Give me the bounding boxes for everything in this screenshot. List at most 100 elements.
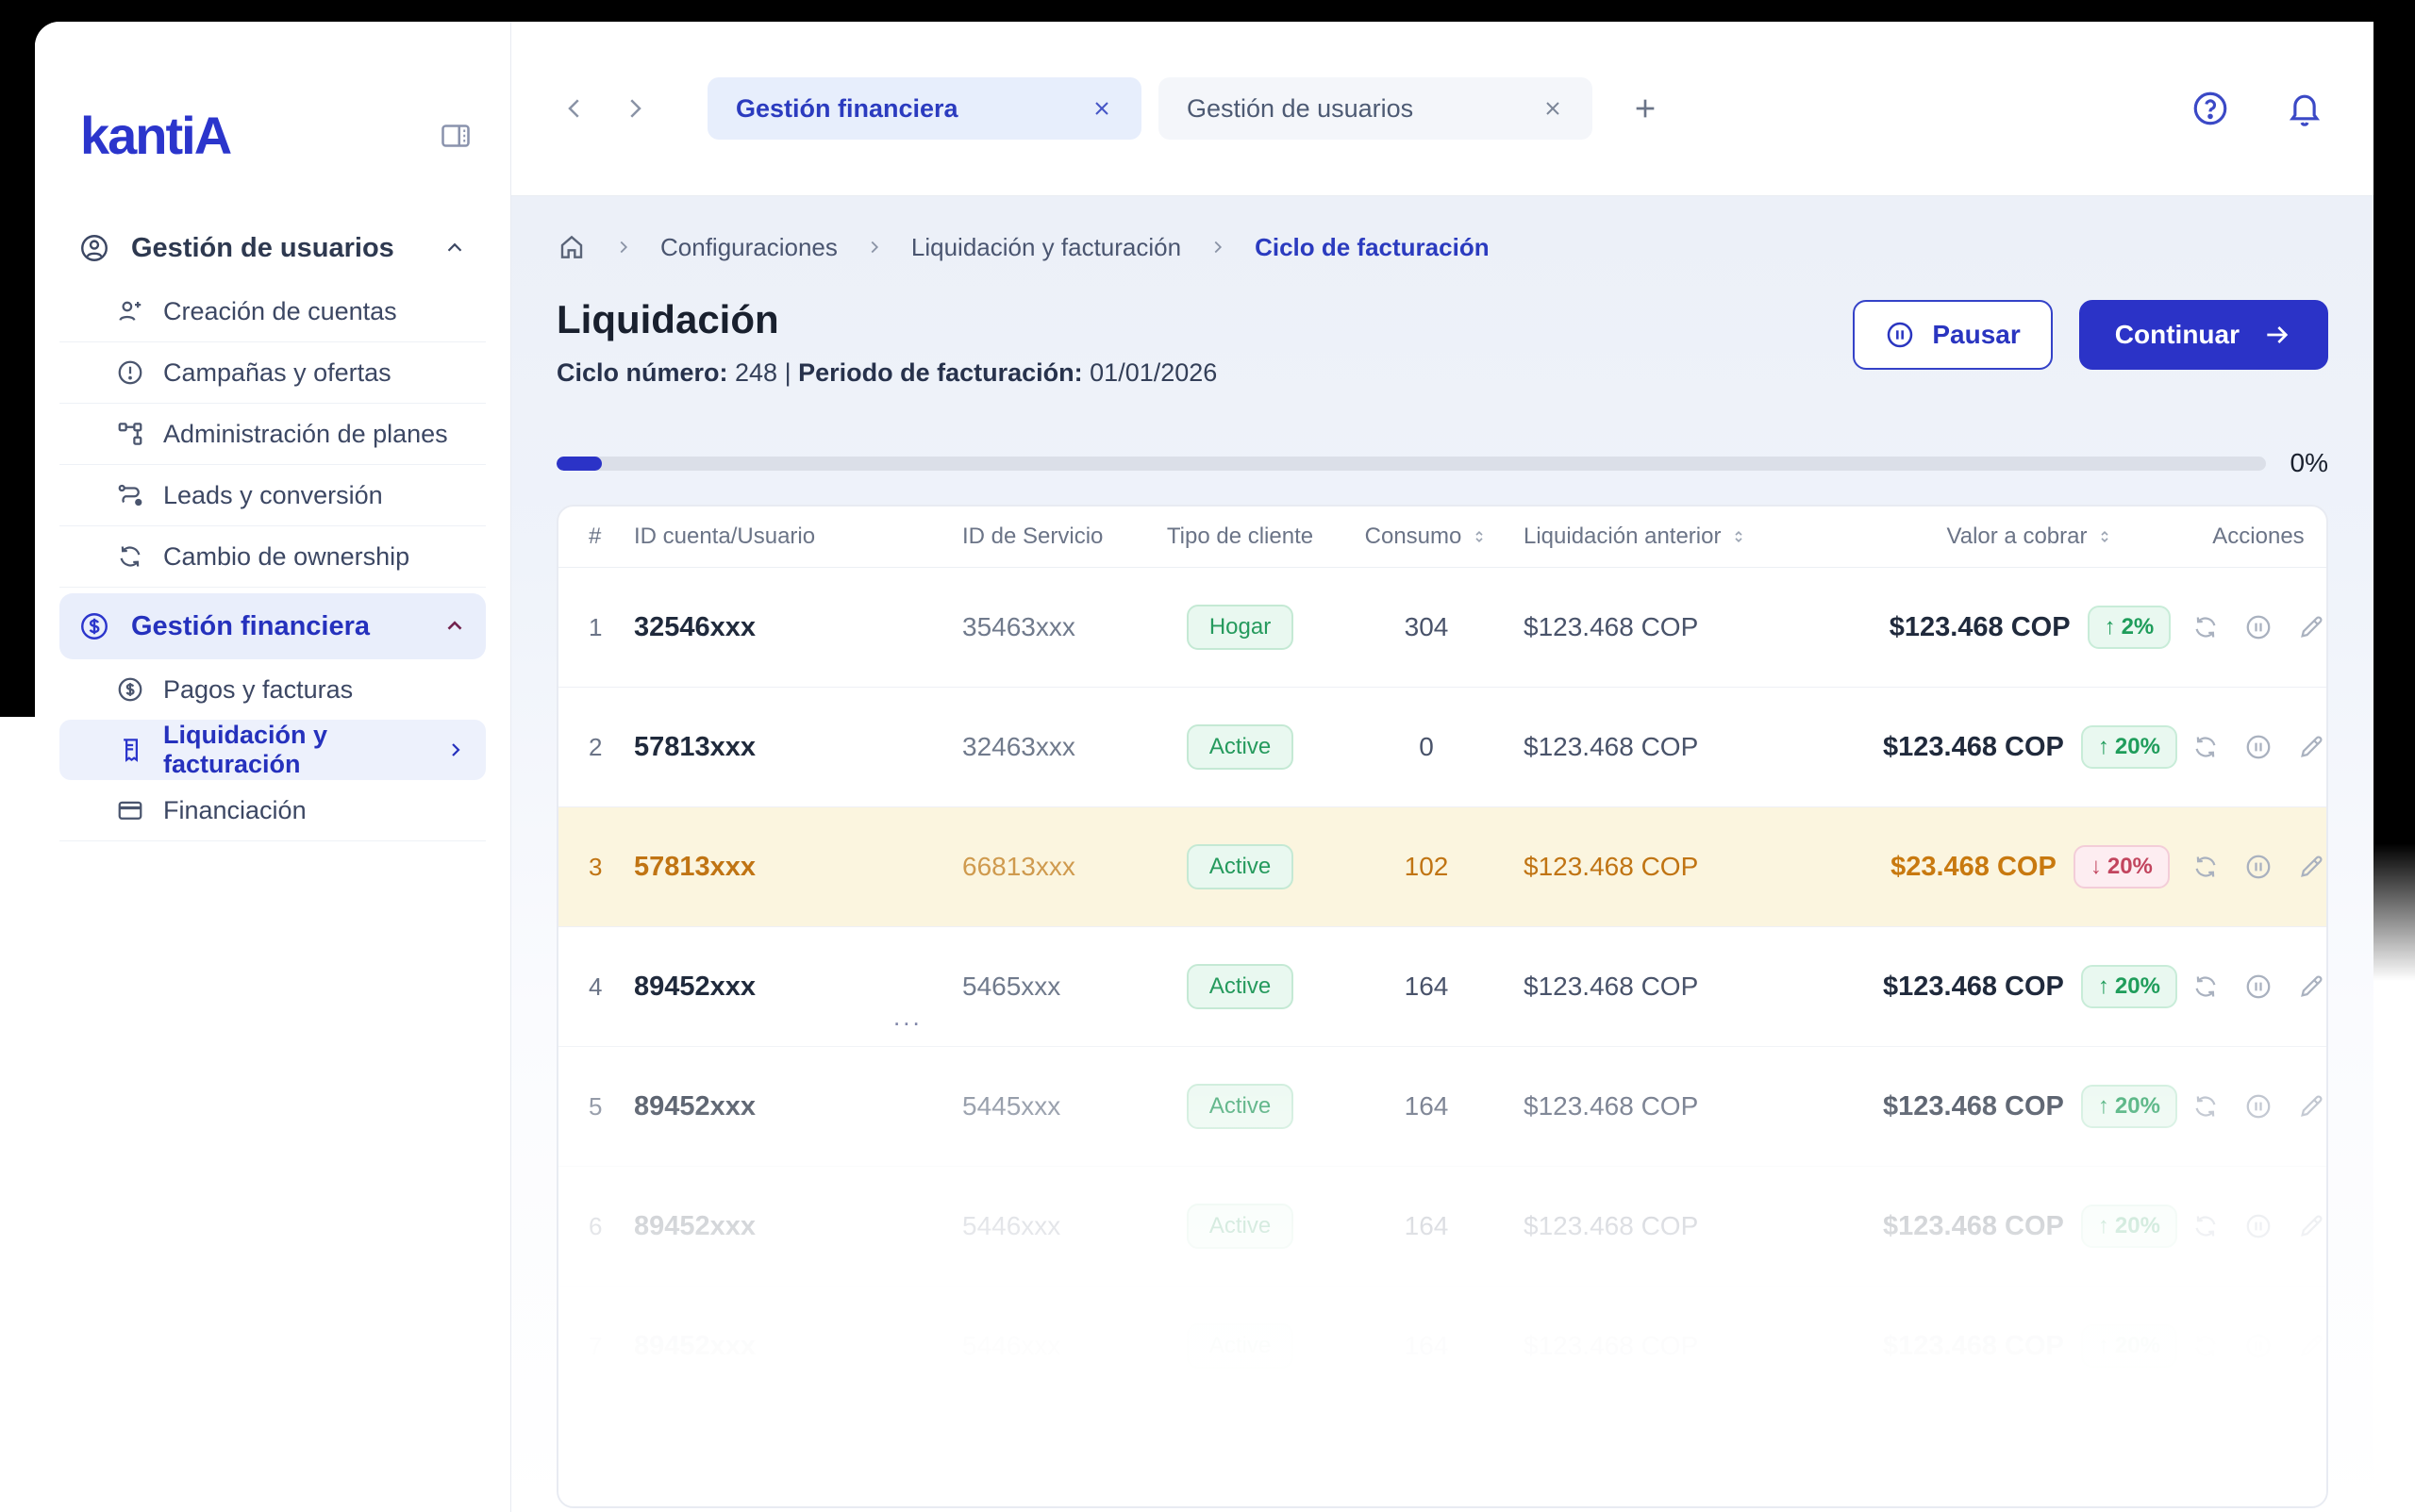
- tab-gestion-financiera[interactable]: Gestión financiera: [708, 77, 1141, 140]
- account-id: 89452xxx: [634, 1091, 756, 1122]
- row-number: 5: [558, 1092, 626, 1122]
- pause-icon[interactable]: [2244, 733, 2273, 761]
- edit-icon[interactable]: [2297, 1092, 2325, 1121]
- client-type-badge: Active: [1187, 844, 1293, 889]
- sidebar-item-liquidacion-y-facturacion[interactable]: Liquidación y facturación: [59, 720, 486, 780]
- previous-liquidation: $123.468 COP: [1516, 1211, 1870, 1241]
- sidebar-section-finance[interactable]: Gestión financiera: [59, 593, 486, 659]
- sidebar-item-leads-y-conversion[interactable]: Leads y conversión: [59, 465, 486, 526]
- progress-bar: [557, 457, 2266, 471]
- service-id: 66813xxx: [955, 852, 1143, 882]
- change-arrow-icon: ↑: [2098, 1333, 2109, 1359]
- account-id: 89452xxx: [634, 1211, 756, 1241]
- rerun-icon[interactable]: [2191, 972, 2220, 1001]
- pause-icon[interactable]: [2244, 613, 2273, 641]
- sidebar-collapse-icon[interactable]: [439, 119, 473, 153]
- new-tab-icon[interactable]: [1630, 93, 1660, 124]
- close-icon[interactable]: [1541, 97, 1564, 120]
- consumption-value: 164: [1337, 1211, 1516, 1241]
- pause-icon[interactable]: [2244, 1332, 2273, 1360]
- pause-icon[interactable]: [2244, 1212, 2273, 1240]
- nav-back-icon[interactable]: [560, 94, 589, 123]
- rerun-icon[interactable]: [2191, 1092, 2220, 1121]
- rerun-icon[interactable]: [2191, 613, 2220, 641]
- pause-button[interactable]: Pausar: [1853, 300, 2052, 370]
- account-id: 57813xxx: [634, 852, 756, 882]
- edit-icon[interactable]: [2297, 853, 2325, 881]
- edit-icon[interactable]: [2297, 1332, 2325, 1360]
- table-row: 3 57813xxx 66813xxx Active 102 $123.468 …: [558, 806, 2326, 926]
- sort-icon[interactable]: [2096, 528, 2113, 545]
- home-icon[interactable]: [557, 232, 587, 262]
- sort-icon[interactable]: [1730, 528, 1747, 545]
- sidebar-item-administracion-de-planes[interactable]: Administración de planes: [59, 404, 486, 465]
- column-header-service: ID de Servicio: [955, 523, 1143, 550]
- client-type-badge: Active: [1187, 964, 1293, 1009]
- service-id: 5465xxx: [955, 972, 1143, 1002]
- sidebar-item-label: Campañas y ofertas: [163, 358, 467, 388]
- change-arrow-icon: ↑: [2098, 1093, 2109, 1120]
- sidebar-item-pagos-y-facturas[interactable]: Pagos y facturas: [59, 659, 486, 720]
- change-percent: 20%: [2115, 1213, 2160, 1239]
- rerun-icon[interactable]: [2191, 853, 2220, 881]
- rerun-icon[interactable]: [2191, 1332, 2220, 1360]
- alert-circle-icon: [116, 358, 144, 387]
- column-header-num: #: [558, 523, 626, 550]
- sidebar-item-campanas-y-ofertas[interactable]: Campañas y ofertas: [59, 342, 486, 404]
- chevron-up-icon: [442, 236, 467, 260]
- consumption-value: 164: [1337, 972, 1516, 1002]
- change-percent: 20%: [2115, 973, 2160, 1000]
- frame-left: [0, 0, 35, 717]
- rerun-icon[interactable]: [2191, 1212, 2220, 1240]
- page-title: Liquidación: [557, 300, 1217, 340]
- breadcrumb-item[interactable]: Liquidación y facturación: [911, 233, 1181, 262]
- edit-icon[interactable]: [2297, 613, 2325, 641]
- table-row: 6 89452xxx 5446xxx Active 164 $123.468 C…: [558, 1166, 2326, 1286]
- sidebar-item-label: Liquidación y facturación: [163, 721, 425, 779]
- change-arrow-icon: ↑: [2098, 973, 2109, 1000]
- chevron-right-icon: [444, 739, 467, 761]
- row-number: 4: [558, 972, 626, 1002]
- breadcrumb-item[interactable]: Configuraciones: [660, 233, 838, 262]
- rerun-icon[interactable]: [2191, 733, 2220, 761]
- amount-to-charge: $123.468 COP: [1883, 1331, 2064, 1362]
- amount-to-charge: $123.468 COP: [1883, 972, 2064, 1003]
- sort-icon[interactable]: [1471, 528, 1488, 545]
- topbar: Gestión financiera Gestión de usuarios: [511, 22, 2373, 196]
- tab-gestion-de-usuarios[interactable]: Gestión de usuarios: [1158, 77, 1592, 140]
- sidebar-item-financiacion[interactable]: Financiación: [59, 780, 486, 841]
- edit-icon[interactable]: [2297, 733, 2325, 761]
- edit-icon[interactable]: [2297, 972, 2325, 1001]
- previous-liquidation: $123.468 COP: [1516, 1331, 1870, 1361]
- amount-to-charge: $123.468 COP: [1883, 732, 2064, 763]
- consumption-value: 102: [1337, 852, 1516, 882]
- chevron-right-icon: [864, 237, 885, 258]
- consumption-value: 0: [1337, 732, 1516, 762]
- sidebar-item-cambio-de-ownership[interactable]: Cambio de ownership: [59, 526, 486, 588]
- sidebar: kantiA Gestión de usuarios Creación de: [35, 22, 511, 1512]
- change-badge: ↑ 20%: [2081, 965, 2177, 1008]
- pause-icon[interactable]: [2244, 972, 2273, 1001]
- chevron-right-icon: [1208, 237, 1228, 258]
- pause-icon[interactable]: [2244, 853, 2273, 881]
- row-number: 7: [558, 1332, 626, 1361]
- sidebar-section-users[interactable]: Gestión de usuarios: [59, 215, 486, 281]
- sidebar-item-creacion-de-cuentas[interactable]: Creación de cuentas: [59, 281, 486, 342]
- stage: kantiA Gestión de usuarios Creación de: [0, 0, 2415, 1512]
- previous-liquidation: $123.468 COP: [1516, 1091, 1870, 1122]
- close-icon[interactable]: [1091, 97, 1113, 120]
- help-icon[interactable]: [2190, 89, 2230, 128]
- client-type-badge: Active: [1187, 1204, 1293, 1249]
- account-id: 32546xxx: [634, 612, 756, 642]
- bell-icon[interactable]: [2285, 89, 2324, 128]
- continue-button[interactable]: Continuar: [2079, 300, 2328, 370]
- sidebar-item-label: Cambio de ownership: [163, 542, 467, 572]
- app-window: kantiA Gestión de usuarios Creación de: [35, 22, 2373, 1512]
- edit-icon[interactable]: [2297, 1212, 2325, 1240]
- nav-forward-icon[interactable]: [621, 94, 649, 123]
- pause-icon[interactable]: [2244, 1092, 2273, 1121]
- content: Configuraciones Liquidación y facturació…: [511, 196, 2373, 1512]
- consumption-value: 164: [1337, 1331, 1516, 1361]
- progress-row: 0%: [557, 448, 2328, 478]
- swap-icon: [116, 542, 144, 571]
